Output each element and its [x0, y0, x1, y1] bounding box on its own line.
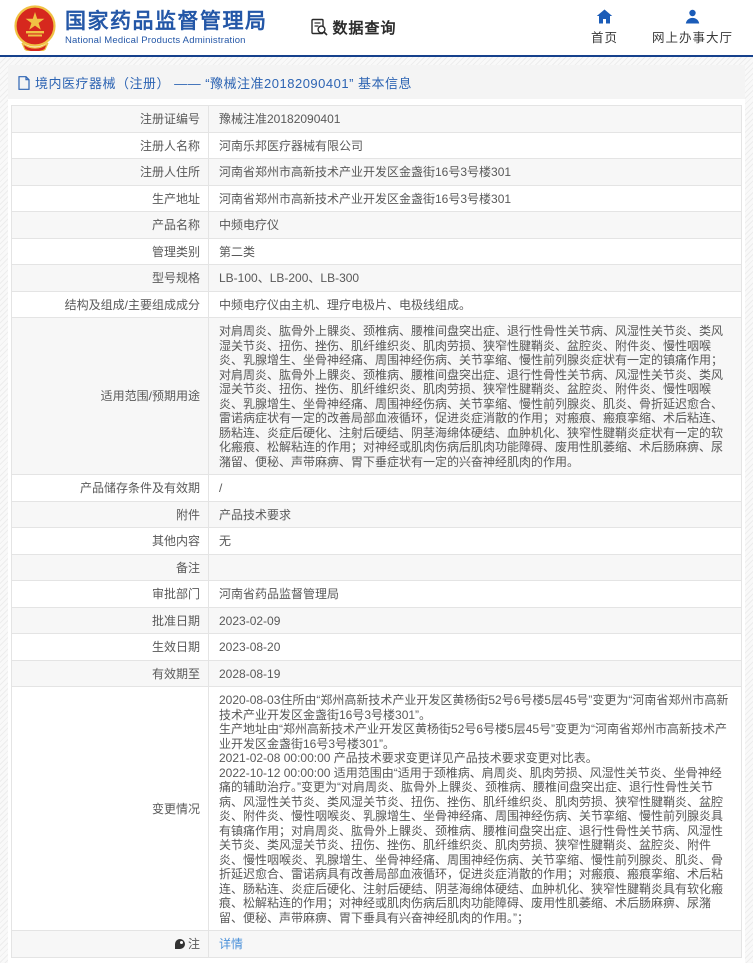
document-search-icon: [310, 18, 328, 36]
table-row: 注详情: [11, 930, 742, 958]
note-icon: [174, 939, 185, 949]
nav-online-hall-label: 网上办事大厅: [651, 31, 733, 45]
row-label: 产品储存条件及有效期: [11, 474, 209, 502]
row-label: 注册人名称: [11, 131, 209, 159]
table-row: 注册人名称 河南乐邦医疗器械有限公司: [11, 131, 742, 159]
row-label: 注册证编号: [11, 105, 209, 133]
national-emblem-icon: [14, 4, 56, 51]
logo-subtitle: National Medical Products Administration: [65, 34, 246, 46]
row-label: 审批部门: [11, 580, 209, 608]
logo-title: 国家药品监督管理局: [65, 9, 268, 33]
nav-home[interactable]: 首页: [591, 9, 618, 46]
document-icon: [18, 75, 30, 90]
table-row: 产品名称 中频电疗仪: [11, 211, 742, 239]
table-row: 变更情况 2020-08-03住所由“郑州高新技术产业开发区黄杨街52号6号楼5层…: [11, 686, 742, 931]
row-label: 生效日期: [11, 633, 209, 661]
site-header: 国家药品监督管理局 National Medical Products Admi…: [0, 0, 753, 57]
row-label: 有效期至: [11, 659, 209, 687]
row-label: 管理类别: [11, 237, 209, 265]
table-row: 生产地址 河南省郑州市高新技术产业开发区金盏街16号3号楼301: [11, 184, 742, 212]
value-paragraph: 2021-02-08 00:00:00 产品技术要求变更详见产品技术要求变更对比…: [219, 751, 598, 765]
table-wrap: 注册证编号 豫械注准20182090401 注册人名称 河南乐邦医疗器械有限公司 注册人…: [8, 99, 745, 960]
header-nav: 首页 网上办事大厅: [591, 9, 739, 46]
row-label: 备注: [11, 553, 209, 581]
row-value: 河南省郑州市高新技术产业开发区金盏街16号3号楼301: [208, 184, 742, 212]
value-paragraph: 2020-08-03住所由“郑州高新技术产业开发区黄杨街52号6号楼5层45号”…: [219, 693, 729, 722]
table-row: 审批部门 河南省药品监督管理局: [11, 580, 742, 608]
row-value: 河南省药品监督管理局: [208, 580, 742, 608]
data-query-label: 数据查询: [332, 20, 397, 37]
content-container: 境内医疗器械（注册） —— “豫械注准20182090401” 基本信息 注册证…: [8, 65, 745, 963]
table-row: 有效期至 2028-08-19: [11, 659, 742, 687]
row-value: 对肩周炎、肱骨外上髁炎、颈椎病、腰椎间盘突出症、退行性骨性关节病、风湿性关节炎、…: [208, 317, 742, 475]
row-value: 2028-08-19: [208, 659, 742, 687]
row-value: 2020-08-03住所由“郑州高新技术产业开发区黄杨街52号6号楼5层45号”…: [208, 686, 742, 931]
row-label: 其他内容: [11, 527, 209, 555]
details-link[interactable]: 详情: [219, 937, 243, 951]
row-label: 产品名称: [11, 211, 209, 239]
row-value: 中频电疗仪由主机、理疗电极片、电极线组成。: [208, 290, 742, 318]
table-row: 注册证编号 豫械注准20182090401: [11, 105, 742, 133]
row-label: 批准日期: [11, 606, 209, 634]
row-value: 中频电疗仪: [208, 211, 742, 239]
row-value: 2023-02-09: [208, 606, 742, 634]
row-label: 注册人住所: [11, 158, 209, 186]
row-label: 附件: [11, 500, 209, 528]
nav-online-hall[interactable]: 网上办事大厅: [652, 9, 733, 46]
page-title-bar: 境内医疗器械（注册） —— “豫械注准20182090401” 基本信息: [8, 65, 745, 99]
logo-text: 国家药品监督管理局 National Medical Products Admi…: [65, 10, 268, 46]
user-icon: [685, 9, 700, 24]
table-row: 适用范围/预期用途 对肩周炎、肱骨外上髁炎、颈椎病、腰椎间盘突出症、退行性骨性关节…: [11, 317, 742, 475]
row-value: /: [208, 474, 742, 502]
home-icon: [596, 9, 613, 24]
row-label: 注: [11, 930, 209, 958]
table-row: 产品储存条件及有效期 /: [11, 474, 742, 502]
table-row: 结构及组成/主要组成成分 中频电疗仪由主机、理疗电极片、电极线组成。: [11, 290, 742, 318]
value-paragraph: 生产地址由“郑州高新技术产业开发区黄杨街52号6号楼5层45号”变更为“河南省郑…: [219, 722, 728, 751]
info-table: 注册证编号 豫械注准20182090401 注册人名称 河南乐邦医疗器械有限公司 注册人…: [11, 105, 742, 958]
row-value: 2023-08-20: [208, 633, 742, 661]
row-value: 河南乐邦医疗器械有限公司: [208, 131, 742, 159]
row-value: LB-100、LB-200、LB-300: [208, 264, 742, 292]
row-value: 河南省郑州市高新技术产业开发区金盏街16号3号楼301: [208, 158, 742, 186]
table-row: 生效日期 2023-08-20: [11, 633, 742, 661]
row-label: 结构及组成/主要组成成分: [11, 290, 209, 318]
nmpa-logo[interactable]: 国家药品监督管理局 National Medical Products Admi…: [14, 4, 268, 51]
table-row: 批准日期 2023-02-09: [11, 606, 742, 634]
table-row: 附件 产品技术要求: [11, 500, 742, 528]
table-row: 其他内容无: [11, 527, 742, 555]
info-table-body: 注册证编号 豫械注准20182090401 注册人名称 河南乐邦医疗器械有限公司 注册人…: [11, 105, 742, 958]
table-row: 管理类别 第二类: [11, 237, 742, 265]
value-paragraph: 2022-10-12 00:00:00 适用范围由“适用于颈椎病、肩周炎、肌肉劳…: [219, 765, 724, 925]
row-value: 第二类: [208, 237, 742, 265]
row-label: 生产地址: [11, 184, 209, 212]
row-label: 型号规格: [11, 264, 209, 292]
row-value: 豫械注准20182090401: [208, 105, 742, 133]
row-value: 产品技术要求: [208, 500, 742, 528]
data-query-nav[interactable]: 数据查询: [310, 17, 397, 38]
row-value: 详情: [208, 930, 742, 958]
page-title: 境内医疗器械（注册） —— “豫械注准20182090401” 基本信息: [35, 76, 413, 91]
row-label: 变更情况: [11, 686, 209, 931]
table-row: 注册人住所 河南省郑州市高新技术产业开发区金盏街16号3号楼301: [11, 158, 742, 186]
table-row: 型号规格 LB-100、LB-200、LB-300: [11, 264, 742, 292]
nav-home-label: 首页: [590, 31, 618, 45]
table-row: 备注: [11, 553, 742, 581]
row-value: 无: [208, 527, 742, 555]
row-label: 适用范围/预期用途: [11, 317, 209, 475]
row-value: [208, 553, 742, 581]
